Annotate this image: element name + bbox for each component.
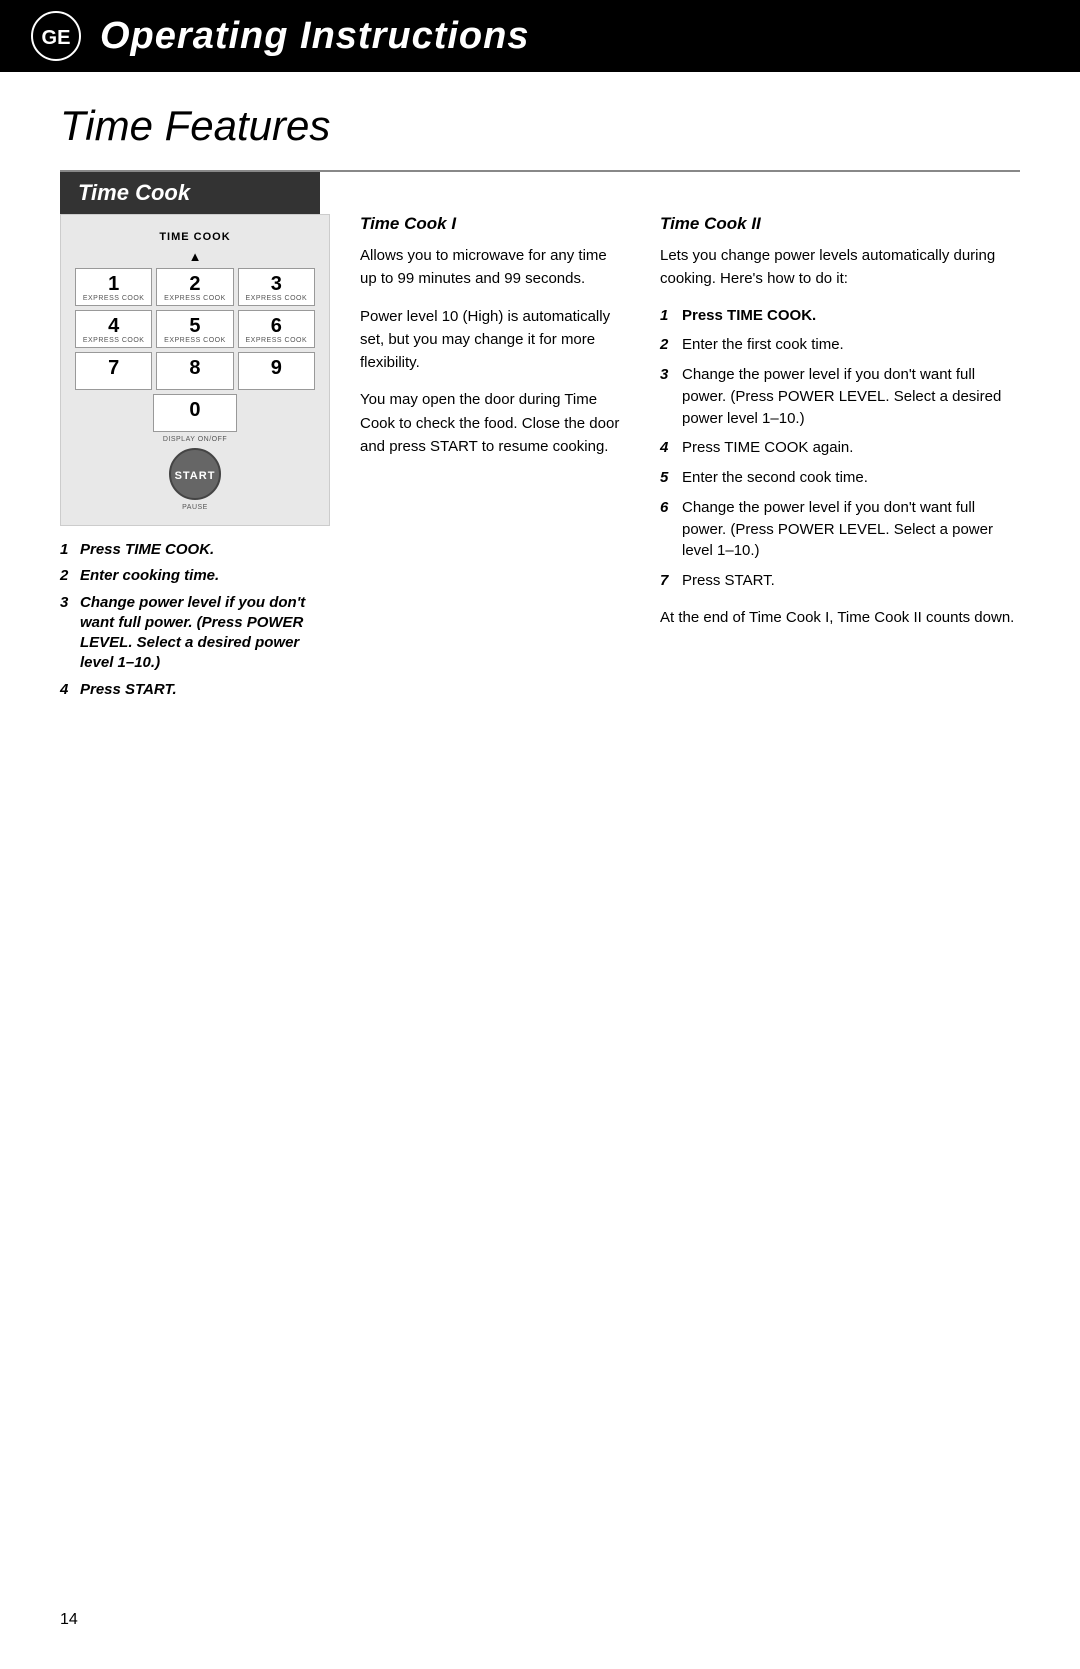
tc2-step-3: 3 Change the power level if you don't wa…	[660, 364, 1020, 429]
key-6[interactable]: 6 EXPRESS COOK	[238, 310, 315, 348]
left-step-3: 3 Change power level if you don't want f…	[60, 593, 330, 674]
tc2-step-1: 1 Press TIME COOK.	[660, 305, 1020, 327]
tc2-step-2: 2 Enter the first cook time.	[660, 334, 1020, 356]
left-steps-list: 1 Press TIME COOK. 2 Enter cooking time.…	[60, 540, 330, 700]
display-label: DISPLAY ON/OFF	[75, 436, 315, 443]
time-cook-1-para3: You may open the door during Time Cook t…	[360, 388, 620, 458]
left-column: TIME COOK ▲ 1 EXPRESS COOK 2 EXPRESS COO…	[60, 214, 340, 706]
svg-text:GE: GE	[42, 27, 71, 49]
right-column: Time Cook II Lets you change power level…	[640, 214, 1020, 643]
tc2-step-6: 6 Change the power level if you don't wa…	[660, 497, 1020, 562]
section-label: Time Cook	[78, 180, 190, 205]
time-cook-2-steps: 1 Press TIME COOK. 2 Enter the first coo…	[660, 305, 1020, 592]
key-7[interactable]: 7	[75, 352, 152, 390]
time-cook-1-subtitle: Time Cook I	[360, 214, 620, 234]
arrow-indicator: ▲	[75, 249, 315, 264]
time-cook-1-para2: Power level 10 (High) is automatically s…	[360, 305, 620, 375]
key-3[interactable]: 3 EXPRESS COOK	[238, 268, 315, 306]
key-1[interactable]: 1 EXPRESS COOK	[75, 268, 152, 306]
section-header: Time Cook	[60, 172, 320, 214]
left-step-2: 2 Enter cooking time.	[60, 566, 330, 586]
keypad-area: TIME COOK ▲ 1 EXPRESS COOK 2 EXPRESS COO…	[60, 214, 330, 526]
page-main-title: Time Features	[60, 102, 1020, 150]
start-button[interactable]: START	[169, 448, 221, 500]
left-step-4: 4 Press START.	[60, 680, 330, 700]
key-4[interactable]: 4 EXPRESS COOK	[75, 310, 152, 348]
time-cook-1-para1: Allows you to microwave for any time up …	[360, 244, 620, 291]
key-8[interactable]: 8	[156, 352, 233, 390]
key-0[interactable]: 0	[153, 394, 237, 432]
page-number: 14	[60, 1611, 78, 1629]
tc2-step-4: 4 Press TIME COOK again.	[660, 437, 1020, 459]
key-2[interactable]: 2 EXPRESS COOK	[156, 268, 233, 306]
key-5[interactable]: 5 EXPRESS COOK	[156, 310, 233, 348]
time-cook-2-subtitle: Time Cook II	[660, 214, 1020, 234]
keypad-grid: 1 EXPRESS COOK 2 EXPRESS COOK 3 EXPRESS …	[75, 268, 315, 390]
brand-icon: GE	[30, 10, 82, 62]
time-cook-label: TIME COOK	[75, 231, 315, 243]
time-cook-2-intro: Lets you change power levels automatical…	[660, 244, 1020, 291]
page-content: Time Features Time Cook TIME COOK ▲ 1 EX…	[0, 72, 1080, 766]
time-cook-2-closing: At the end of Time Cook I, Time Cook II …	[660, 606, 1020, 629]
middle-column: Time Cook I Allows you to microwave for …	[340, 214, 640, 472]
left-step-1: 1 Press TIME COOK.	[60, 540, 330, 560]
key-9[interactable]: 9	[238, 352, 315, 390]
main-layout: TIME COOK ▲ 1 EXPRESS COOK 2 EXPRESS COO…	[60, 214, 1020, 706]
tc2-step-5: 5 Enter the second cook time.	[660, 467, 1020, 489]
header-bar: GE Operating Instructions	[0, 0, 1080, 72]
pause-label: PAUSE	[75, 504, 315, 511]
zero-row: 0	[75, 394, 315, 432]
tc2-step-7: 7 Press START.	[660, 570, 1020, 592]
header-title: Operating Instructions	[100, 15, 529, 58]
